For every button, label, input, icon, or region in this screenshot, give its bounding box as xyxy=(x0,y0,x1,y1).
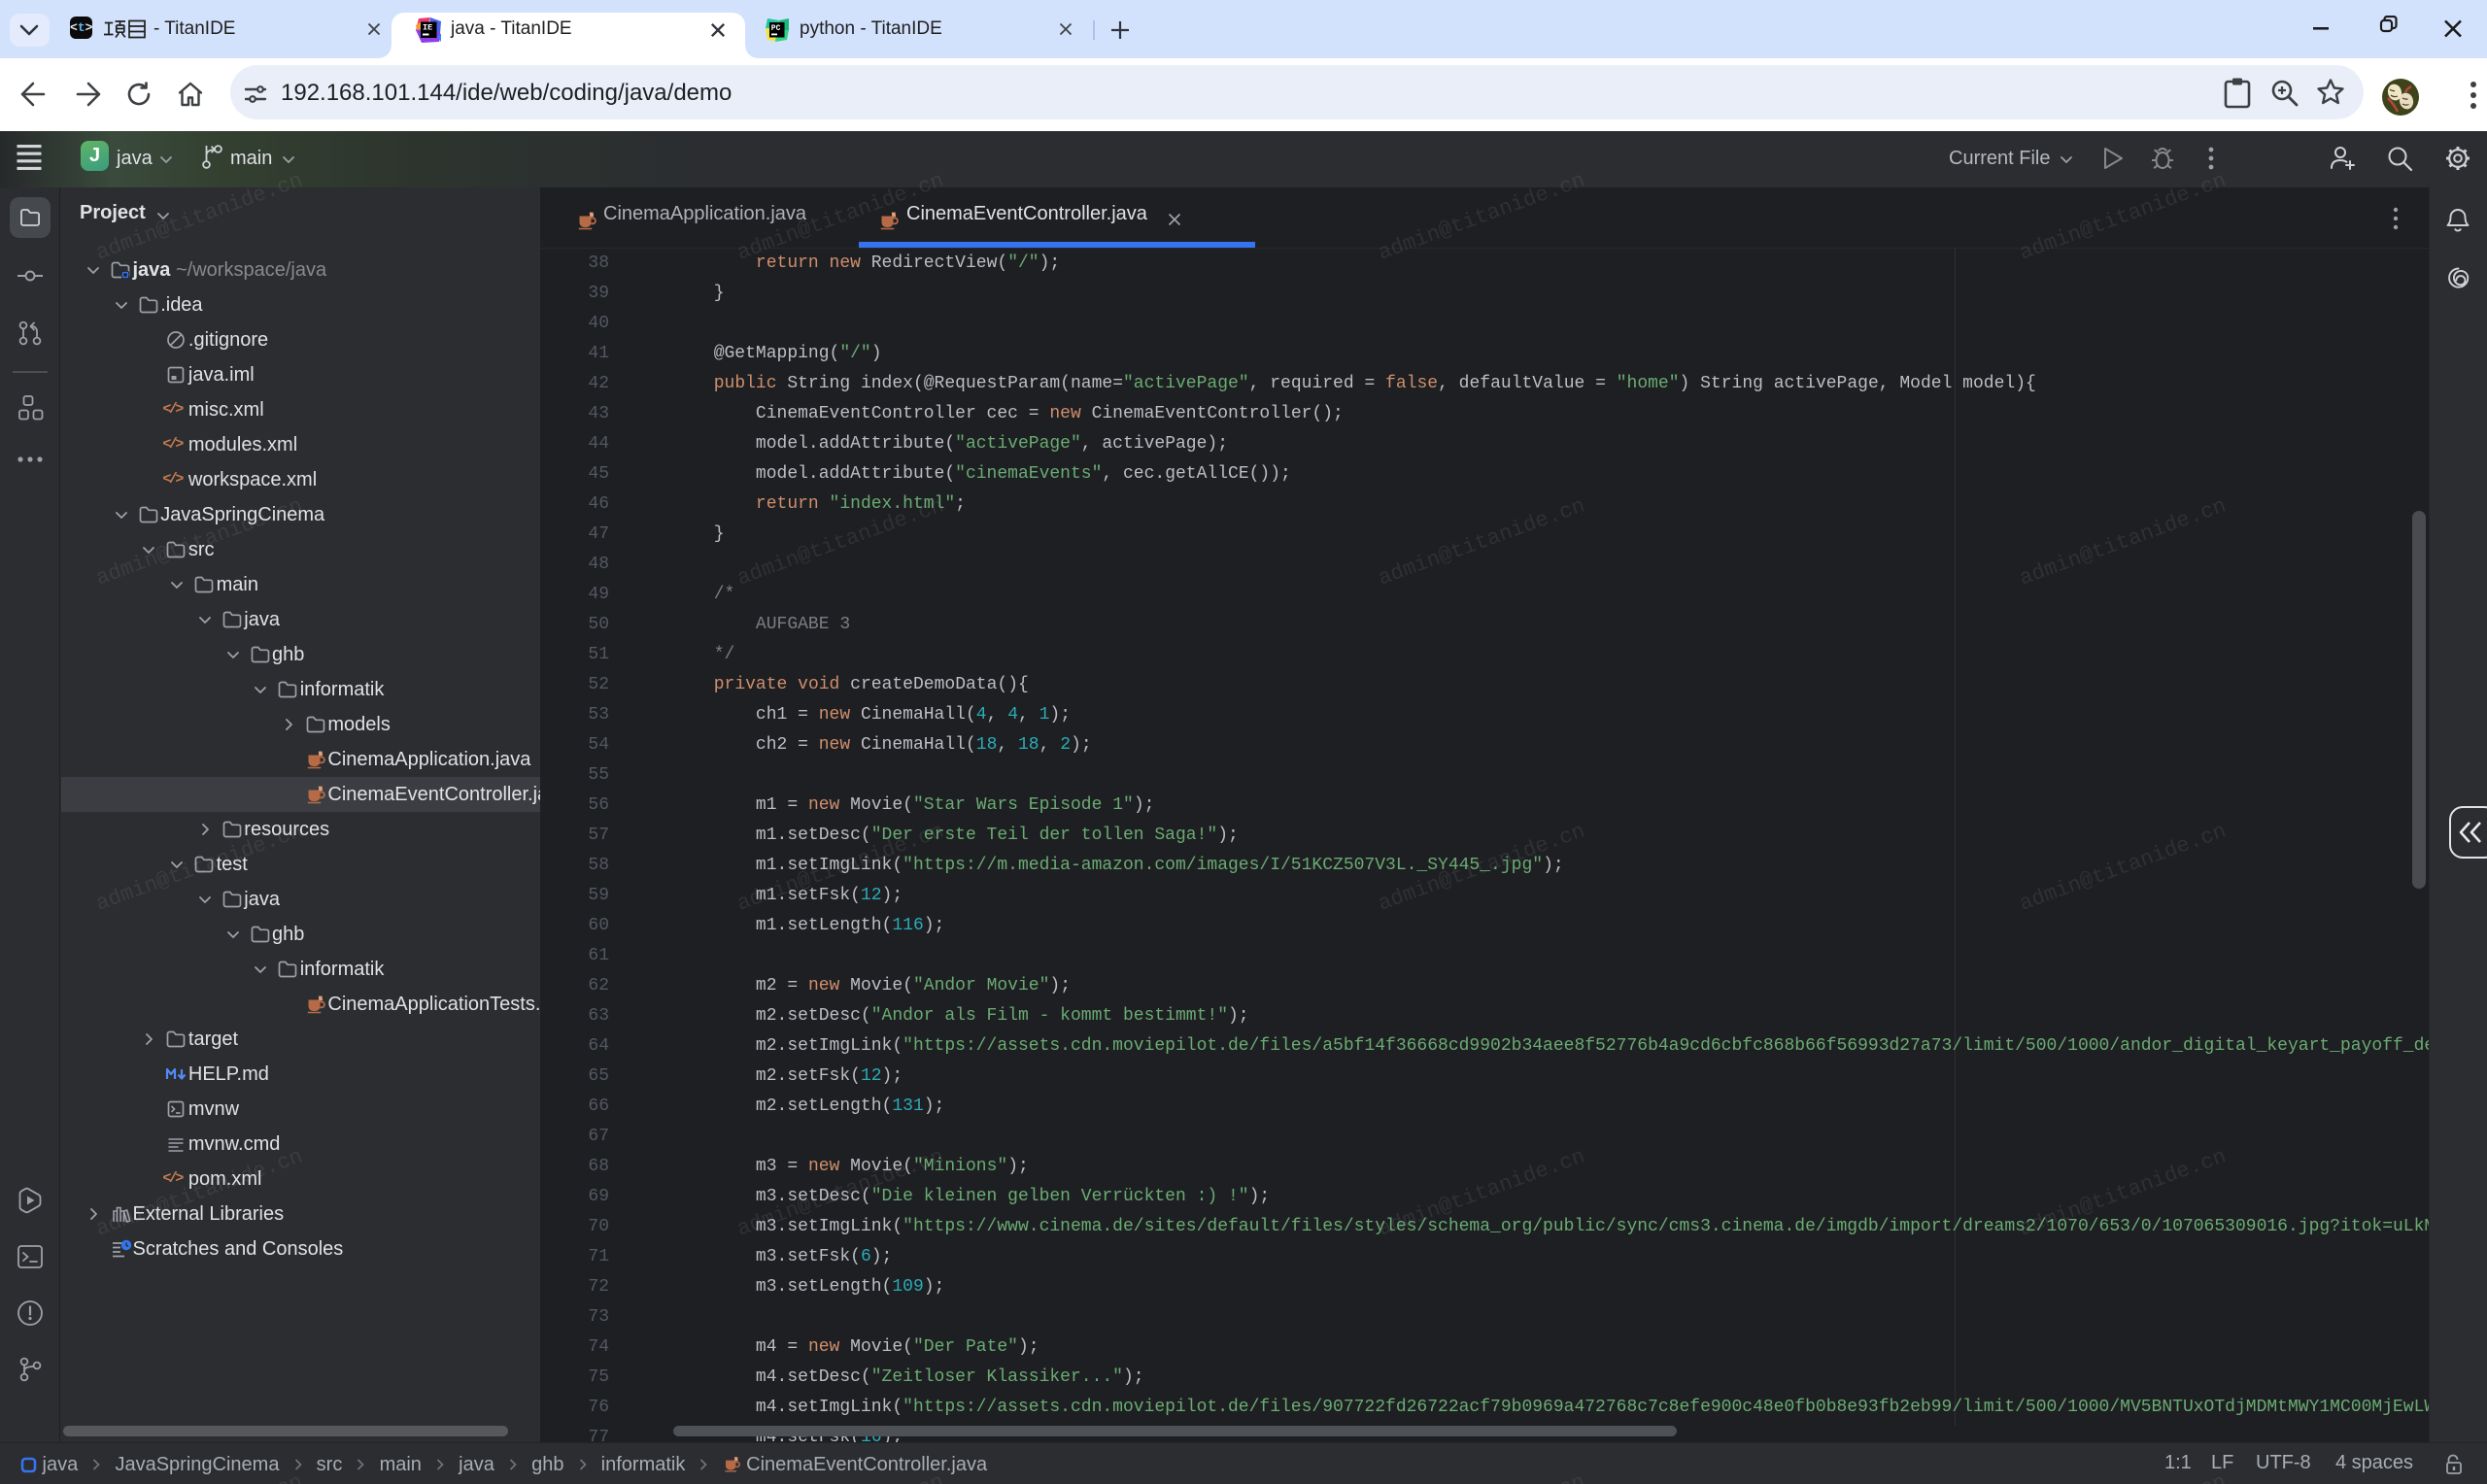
svg-text:PC: PC xyxy=(771,24,781,33)
svg-text:IE: IE xyxy=(423,23,432,33)
